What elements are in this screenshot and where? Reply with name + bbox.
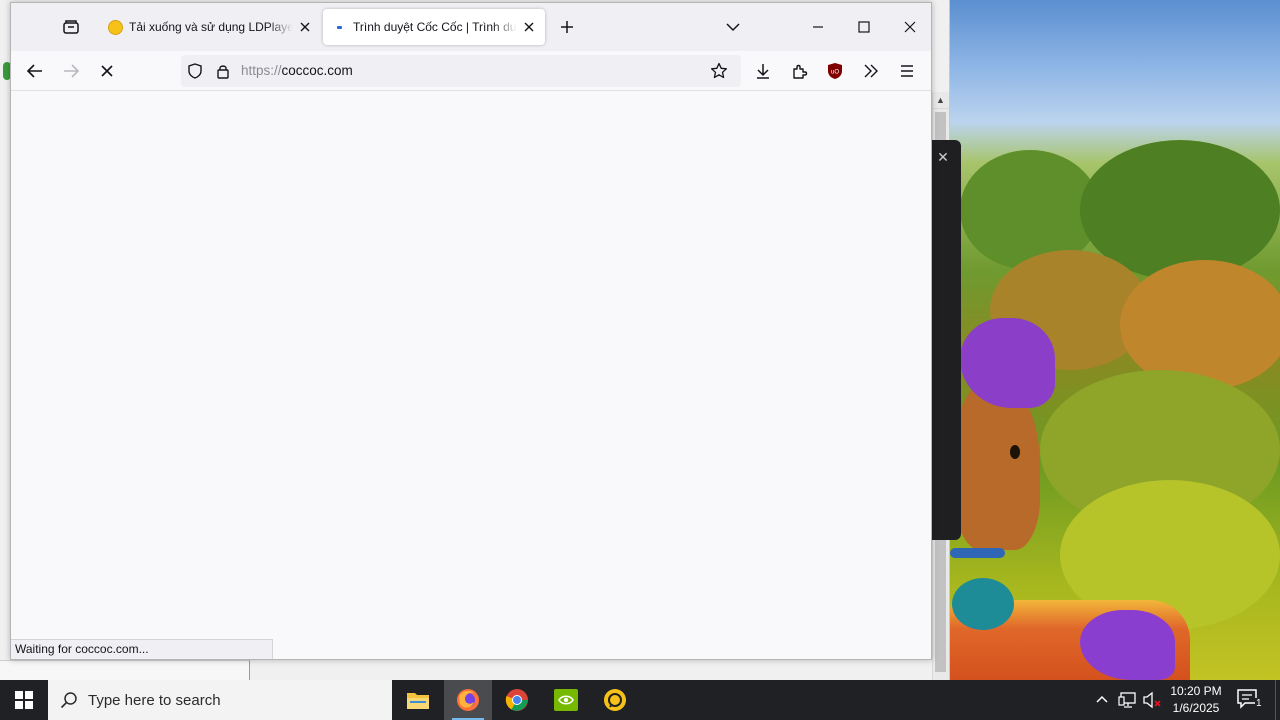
arrow-right-icon [64, 64, 80, 78]
taskbar-firefox[interactable] [444, 680, 492, 720]
status-text: Waiting for coccoc.com... [11, 639, 273, 659]
plus-icon [561, 21, 573, 33]
ldplayer-icon [604, 689, 626, 711]
app-menu-button[interactable] [891, 55, 923, 87]
stop-icon [101, 65, 113, 77]
close-tab-icon[interactable] [297, 19, 313, 35]
firefox-window: Tải xuống và sử dụng LDPlayer Trình duyệ… [10, 2, 932, 660]
ball [952, 578, 1014, 630]
chevron-down-icon [726, 23, 740, 32]
popup-close-icon[interactable]: ✕ [934, 148, 952, 166]
url-text[interactable]: https://coccoc.com [241, 63, 353, 78]
close-icon [904, 21, 916, 33]
scroll-up-arrow-icon[interactable]: ▲ [932, 92, 949, 109]
extensions-button[interactable] [783, 55, 815, 87]
bookmark-star-icon[interactable] [709, 61, 729, 81]
show-hidden-icons-chevron-icon[interactable] [1094, 692, 1110, 708]
windows-taskbar: Type here to search 10:20 PM 1/6/2025 1 [0, 680, 1280, 720]
nvidia-icon [554, 689, 578, 711]
hamburger-menu-icon [901, 65, 913, 77]
more-tools-button[interactable] [855, 55, 887, 87]
url-bar[interactable]: https://coccoc.com [181, 55, 741, 87]
arrow-left-icon [26, 64, 42, 78]
search-icon [60, 692, 77, 709]
pet-collar [950, 548, 1005, 558]
ldplayer-icon [107, 19, 123, 35]
tab-title: Trình duyệt Cốc Cốc | Trình duyệt [353, 20, 517, 34]
download-icon [757, 64, 769, 79]
search-placeholder: Type here to search [88, 692, 221, 709]
ublock-origin-button[interactable]: uO [819, 55, 851, 87]
puzzle-piece-icon [792, 64, 807, 79]
downloads-button[interactable] [747, 55, 779, 87]
taskbar-ldplayer[interactable] [591, 680, 639, 720]
volume-muted-icon[interactable] [1142, 691, 1162, 709]
double-chevron-right-icon [864, 64, 878, 78]
action-center-button[interactable]: 1 [1236, 688, 1264, 712]
new-tab-button[interactable] [553, 13, 581, 41]
url-host: coccoc.com [281, 63, 353, 78]
lock-icon[interactable] [215, 63, 231, 79]
pet-eye [1010, 445, 1020, 459]
system-clock[interactable]: 10:20 PM 1/6/2025 [1164, 683, 1228, 717]
maximize-icon [858, 21, 870, 33]
navigation-toolbar: https://coccoc.com uO [11, 51, 931, 91]
start-button[interactable] [0, 680, 48, 720]
taskbar-chrome[interactable] [493, 680, 541, 720]
clock-date: 1/6/2025 [1172, 701, 1220, 715]
chrome-icon [505, 689, 528, 711]
svg-text:uO: uO [831, 70, 839, 76]
minimize-icon [813, 26, 823, 28]
taskbar-search-box[interactable]: Type here to search [48, 680, 392, 720]
file-explorer-icon [407, 693, 429, 709]
clock-time: 10:20 PM [1170, 684, 1222, 698]
ublock-shield-icon: uO [828, 63, 842, 79]
taskbar-file-explorer[interactable] [394, 680, 442, 720]
tab-title: Tải xuống và sử dụng LDPlayer [129, 20, 293, 34]
tracking-protection-shield-icon[interactable] [187, 63, 203, 79]
stop-loading-button[interactable] [91, 55, 123, 87]
tab-strip: Tải xuống và sử dụng LDPlayer Trình duyệ… [11, 3, 931, 51]
back-button[interactable] [19, 55, 51, 87]
taskbar-nvidia[interactable] [542, 680, 590, 720]
background-app-panel [0, 660, 250, 680]
url-scheme: https:// [241, 63, 282, 78]
tab-coccoc[interactable]: Trình duyệt Cốc Cốc | Trình duyệt [323, 9, 545, 45]
maximize-button[interactable] [847, 13, 881, 41]
firefox-view-button[interactable] [57, 13, 85, 41]
show-desktop-button[interactable] [1275, 680, 1280, 720]
page-content-area[interactable]: Waiting for coccoc.com... [11, 92, 931, 659]
list-all-tabs-button[interactable] [719, 13, 747, 41]
network-icon[interactable] [1118, 691, 1138, 709]
popup-panel [932, 140, 961, 540]
notification-count: 1 [1255, 698, 1263, 709]
close-tab-icon[interactable] [521, 19, 537, 35]
firefox-icon [457, 689, 479, 711]
close-window-button[interactable] [893, 13, 927, 41]
windows-logo-icon [15, 691, 33, 709]
forward-button[interactable] [55, 55, 87, 87]
loading-dot-icon [331, 19, 347, 35]
firefox-view-icon [63, 20, 79, 34]
minimize-button[interactable] [801, 13, 835, 41]
tab-ldplayer[interactable]: Tải xuống và sử dụng LDPlayer [99, 9, 321, 45]
